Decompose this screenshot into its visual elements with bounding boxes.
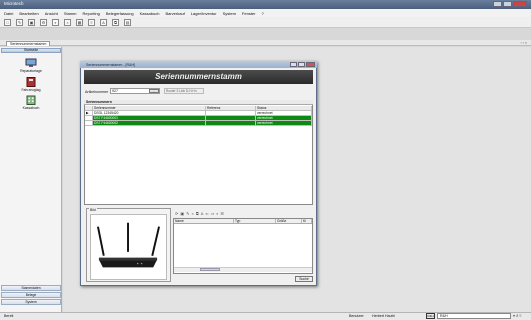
company-logo: R&H [426, 313, 435, 319]
menu-fenster[interactable]: Fenster [242, 11, 256, 16]
sidebar-stammdaten[interactable]: Stammdaten [1, 285, 61, 291]
book-icon[interactable] [24, 77, 38, 87]
table-icon[interactable]: ▤ [124, 18, 131, 26]
documents-hscrollbar[interactable] [174, 267, 312, 272]
docs-column-groesse[interactable]: Größe [276, 219, 302, 223]
document-tabstrip [0, 40, 531, 46]
documents-toolbar: ⟳ ▣ ✎ × ⧉ A ⇐ ⇒ ⌕ ☰ [173, 209, 313, 217]
edit-icon[interactable]: ✎ [16, 18, 23, 26]
arrow-right-icon[interactable]: ⇒ [211, 211, 214, 216]
docs-column-name[interactable]: Name [174, 219, 234, 223]
add-doc-icon[interactable]: ▣ [180, 211, 184, 216]
settings-icon[interactable]: ⚙ [40, 18, 47, 26]
maximize-button[interactable] [503, 1, 512, 7]
user-name: Herbert Haubt [372, 314, 395, 318]
tab-navigation[interactable]: ‹ › × [521, 41, 528, 45]
serial-cell: DS7 F44600002 [93, 121, 206, 126]
refresh-icon[interactable]: ⟳ [175, 211, 178, 216]
dialog-maximize-button[interactable] [298, 62, 305, 67]
menu-help[interactable]: ? [261, 11, 263, 16]
documents-header: Name Typ Größe Ki [174, 219, 312, 224]
search-button[interactable]: Suche [295, 276, 313, 282]
image-group-label: Bild [89, 208, 97, 212]
dialog-minimize-button[interactable] [290, 62, 297, 67]
sidebar-system[interactable]: System [1, 299, 61, 305]
menu-datei[interactable]: Datei [4, 11, 13, 16]
window-titlebar: Microtech [0, 0, 531, 9]
status-icons[interactable]: ▾ ∂ ≡ [513, 313, 522, 319]
text-doc-icon[interactable]: A [201, 211, 204, 216]
a-icon[interactable]: A [100, 18, 107, 26]
copy-icon[interactable]: ⧉ [112, 18, 119, 26]
binoculars-icon[interactable]: ⌕ [216, 211, 218, 216]
menu-stamm[interactable]: Stamm [64, 11, 77, 16]
menu-bar: Datei Bearbeiten Ansicht Stamm Reporting… [0, 9, 531, 17]
menu-lager-inventur[interactable]: Lager/Inventur [191, 11, 217, 16]
router-image [90, 214, 167, 280]
search-icon[interactable]: ⌕ [52, 18, 59, 26]
article-description: Router 3 Link D-H.Hn [164, 88, 204, 94]
dialog-close-button[interactable] [306, 62, 315, 67]
article-lookup-button[interactable]: … [149, 89, 159, 93]
window-title: Microtech [4, 1, 24, 6]
menu-reporting[interactable]: Reporting [83, 11, 100, 16]
menu-barverkauf[interactable]: Barverkauf [165, 11, 184, 16]
edit-doc-icon[interactable]: ✎ [186, 211, 189, 216]
menu-belegerfassung[interactable]: Belegerfassung [106, 11, 134, 16]
row-marker [85, 121, 93, 126]
dialog-controls [290, 62, 315, 67]
new-icon[interactable]: □ [4, 18, 11, 26]
calculator-icon[interactable]: ▦ [76, 18, 83, 26]
arrow-left-icon[interactable]: ⇐ [205, 211, 208, 216]
article-number-label: Artikelnummer [85, 90, 109, 94]
sidebar-belege[interactable]: Belege [1, 292, 61, 298]
sidebar-item-kassabuch[interactable]: Kassabuch [4, 106, 58, 110]
sidebar-header[interactable]: Startseite [1, 48, 61, 53]
copy-doc-icon[interactable]: ⧉ [196, 211, 199, 216]
minimize-button[interactable] [493, 1, 502, 7]
dialog-title: Seriennummernstamm - [R&H] [86, 62, 136, 67]
delete-icon[interactable]: × [64, 18, 71, 26]
tab-seriennummernstamm[interactable]: Seriennummernstamm [6, 41, 51, 46]
user-label: Benutzer: [349, 314, 365, 318]
documents-list [173, 218, 313, 274]
serial-grid-caption: Seriennummern [84, 100, 313, 105]
monitor-icon[interactable] [24, 58, 38, 68]
building-icon[interactable] [24, 95, 38, 105]
sidebar-item-fahrzeugtag[interactable]: Fahrzeugtag [4, 88, 58, 92]
docs-column-ki[interactable]: Ki [302, 219, 312, 223]
documents-scroll-thumb[interactable] [200, 268, 220, 271]
dialog-banner: Seriennummernstamm [84, 70, 313, 84]
company-select[interactable]: R&H [437, 313, 511, 319]
menu-system[interactable]: System [223, 11, 236, 16]
text-icon[interactable]: ≡ [88, 18, 95, 26]
reference-cell [206, 121, 256, 126]
delete-doc-icon[interactable]: × [192, 211, 194, 216]
list-icon[interactable]: ☰ [220, 211, 224, 216]
table-row[interactable]: DS7 F44600002 verrechnet [85, 121, 312, 126]
window-controls [493, 1, 527, 7]
close-button[interactable] [513, 1, 527, 7]
menu-kassabuch[interactable]: Kassabuch [140, 11, 160, 16]
menu-bearbeiten[interactable]: Bearbeiten [19, 11, 38, 16]
docs-column-typ[interactable]: Typ [234, 219, 276, 223]
save-icon[interactable]: ▣ [28, 18, 35, 26]
dialog-titlebar: Seriennummernstamm - [R&H] [80, 61, 317, 68]
sidebar-item-reparaturtage[interactable]: Reparaturtage [4, 69, 58, 73]
status-cell: verrechnet [256, 121, 312, 126]
toolbar: □ ✎ ▣ ⚙ ⌕ × ▦ ≡ A ⧉ ▤ [0, 17, 531, 28]
menu-ansicht[interactable]: Ansicht [45, 11, 58, 16]
status-text: Bereit [4, 314, 14, 318]
